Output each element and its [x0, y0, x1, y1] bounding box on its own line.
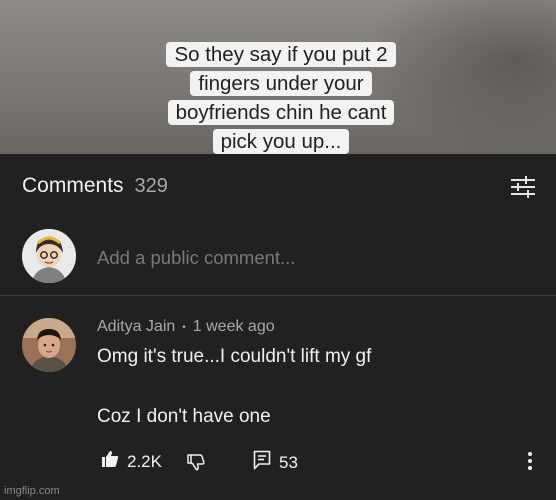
reply-count: 53	[279, 452, 298, 472]
comment-item: Aditya Jain • 1 week ago Omg it's true..…	[0, 314, 556, 500]
comment-time: 1 week ago	[192, 318, 275, 335]
like-count: 2.2K	[127, 451, 162, 471]
comments-count: 329	[134, 175, 168, 197]
commenter-avatar[interactable]	[22, 318, 76, 372]
comment-meta: Aditya Jain • 1 week ago	[97, 318, 275, 336]
comment-input[interactable]: Add a public comment...	[97, 247, 295, 269]
sliders-icon[interactable]	[508, 172, 538, 202]
video-caption: So they say if you put 2 fingers under y…	[152, 40, 410, 154]
comments-title: Comments	[22, 174, 124, 197]
divider	[0, 295, 556, 296]
reply-button[interactable]: 53	[253, 450, 298, 475]
comments-header: Comments 329	[22, 174, 168, 202]
thumbs-down-icon	[187, 453, 205, 476]
watermark: imgflip.com	[4, 485, 60, 497]
comments-panel: Comments 329 Add a public comment... Adi…	[0, 154, 556, 500]
user-avatar[interactable]	[22, 229, 76, 283]
comment-text-line2: Coz I don't have one	[97, 406, 271, 427]
thumbs-up-icon	[101, 450, 119, 473]
video-caption-text: So they say if you put 2 fingers under y…	[166, 42, 396, 154]
like-button[interactable]: 2.2K	[101, 450, 162, 473]
meta-separator: •	[182, 321, 186, 333]
comment-actions: 2.2K 53	[97, 450, 543, 474]
comment-author[interactable]: Aditya Jain	[97, 318, 175, 336]
dislike-button[interactable]	[187, 453, 205, 476]
comment-text-line1: Omg it's true...I couldn't lift my gf	[97, 346, 372, 367]
reply-icon	[253, 450, 271, 475]
more-vertical-icon[interactable]	[527, 450, 533, 472]
video-preview[interactable]: So they say if you put 2 fingers under y…	[0, 0, 556, 154]
comment-composer[interactable]: Add a public comment...	[0, 226, 556, 294]
